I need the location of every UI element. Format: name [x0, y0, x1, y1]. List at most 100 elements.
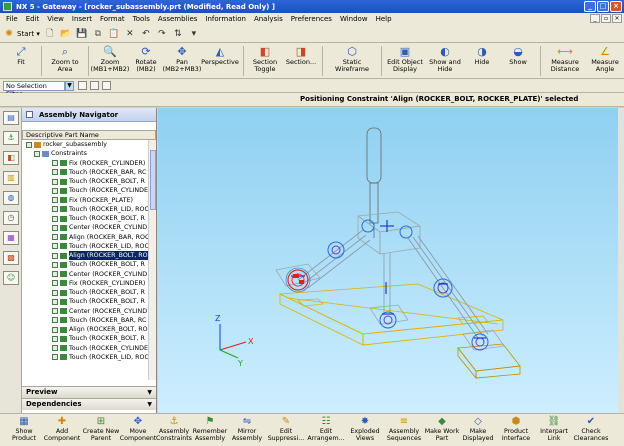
tree-row[interactable]: Touch (ROCKER_BOLT, R [22, 177, 156, 186]
menu-format[interactable]: Format [96, 15, 129, 23]
measure-distance-button[interactable]: ⟷ Measure Distance [544, 43, 586, 73]
rocker-cylinder[interactable] [366, 127, 382, 238]
menu-insert[interactable]: Insert [68, 15, 96, 23]
checkbox-icon[interactable] [52, 354, 58, 361]
scroll-thumb[interactable] [150, 150, 156, 210]
roles-tab[interactable]: ☺ [3, 271, 19, 285]
paste-icon[interactable]: 📋 [108, 28, 120, 40]
pan-mb2-mb3-button[interactable]: ✥ Pan (MB2+MB3) [163, 43, 202, 73]
checkbox-icon[interactable] [52, 197, 58, 204]
tree-row[interactable]: Touch (ROCKER_CYLINDE [22, 344, 156, 353]
menu-file[interactable]: File [2, 15, 22, 23]
tree-row[interactable]: Fix (ROCKER_PLATE) [22, 196, 156, 205]
graphics-scrollbar[interactable] [618, 108, 624, 413]
doc-minimize-button[interactable]: _ [590, 14, 600, 23]
chevron-down-icon[interactable]: ▼ [65, 80, 74, 91]
menu-view[interactable]: View [43, 15, 68, 23]
remember-assembly-button[interactable]: ⚑ Remember Assembly [192, 414, 228, 442]
checkbox-icon[interactable] [52, 335, 58, 342]
mirror-assembly-button[interactable]: ⇋ Mirror Assembly [228, 414, 266, 442]
maximize-button[interactable]: □ [597, 1, 609, 12]
checkbox-icon[interactable] [52, 298, 58, 305]
checkbox-icon[interactable] [52, 308, 58, 315]
checkbox-icon[interactable] [52, 271, 58, 278]
section-toggle-button[interactable]: ◧ Section Toggle [247, 43, 283, 73]
tree-row[interactable]: Touch (ROCKER_LID, ROC [22, 242, 156, 251]
new-icon[interactable]: 🗋 [44, 28, 56, 40]
create-new-parent-button[interactable]: ⊞ Create New Parent [82, 414, 120, 442]
fit-button[interactable]: ⤢ Fit [4, 43, 38, 66]
reuse-library-tab[interactable]: ▥ [3, 171, 19, 185]
checkbox-icon[interactable] [26, 141, 32, 148]
interpart-link-button[interactable]: ⛓ Interpart Link [536, 414, 572, 442]
selection-filter-select[interactable]: No Selection Filter [3, 80, 65, 98]
graphics-window[interactable]: Z X Y [158, 108, 624, 413]
checkbox-icon[interactable] [52, 187, 58, 194]
dependencies-panel-toggle[interactable]: Dependencies ▼ [22, 398, 156, 410]
tree-row[interactable]: Align (ROCKER_BAR, ROC [22, 233, 156, 242]
tree-row[interactable]: Touch (ROCKER_BOLT, R [22, 288, 156, 297]
constraint-navigator-tab[interactable]: ⚓ [3, 131, 19, 145]
select-feature-icon[interactable] [90, 81, 99, 90]
edit-object-display-button[interactable]: ▣ Edit Object Display [385, 43, 425, 73]
checkbox-icon[interactable] [52, 261, 58, 268]
tree-row[interactable]: Center (ROCKER_CYLIND [22, 270, 156, 279]
tree-row[interactable]: Align (ROCKER_BOLT, RO [22, 251, 156, 261]
tree-row[interactable]: Constraints [22, 149, 156, 158]
measure-angle-button[interactable]: ∠ Measure Angle [586, 43, 624, 73]
show-button[interactable]: ◒ Show [499, 43, 537, 66]
tree-row[interactable]: Touch (ROCKER_CYLINDE [22, 186, 156, 195]
system-materials-tab[interactable]: ▦ [3, 231, 19, 245]
dropdown-icon[interactable]: ▾ [188, 28, 200, 40]
checkbox-icon[interactable] [52, 345, 58, 352]
web-browser-tab[interactable]: ◍ [3, 191, 19, 205]
check-clearances-button[interactable]: ✔ Check Clearances [572, 414, 610, 442]
tree-row[interactable]: Touch (ROCKER_LID, ROC [22, 205, 156, 214]
pin-icon[interactable] [26, 111, 33, 118]
show-product-button[interactable]: ▦ Show Product [6, 414, 42, 442]
rotate-mb2-button[interactable]: ⟳ Rotate (MB2) [128, 43, 164, 73]
start-button[interactable]: ✺ Start ▾ [3, 28, 40, 40]
checkbox-icon[interactable] [52, 317, 58, 324]
select-all-icon[interactable] [78, 81, 87, 90]
perspective-button[interactable]: ◭ Perspective [200, 43, 240, 66]
delete-icon[interactable]: ✕ [124, 28, 136, 40]
checkbox-icon[interactable] [52, 252, 58, 259]
checkbox-icon[interactable] [52, 178, 58, 185]
checkbox-icon[interactable] [34, 150, 40, 157]
process-studio-tab[interactable]: ▩ [3, 251, 19, 265]
assembly-navigator-tab[interactable]: ▤ [3, 111, 19, 125]
copy-icon[interactable]: ⧉ [92, 28, 104, 40]
tree-row[interactable]: Center (ROCKER_CYLIND [22, 307, 156, 316]
tree-row[interactable]: Fix (ROCKER_CYLINDER) [22, 159, 156, 168]
menu-information[interactable]: Information [201, 15, 250, 23]
product-interface-button[interactable]: ⬢ Product Interface [496, 414, 536, 442]
checkbox-icon[interactable] [52, 169, 58, 176]
menu-window[interactable]: Window [336, 15, 372, 23]
rocker-center-post[interactable] [383, 253, 391, 313]
checkbox-icon[interactable] [52, 243, 58, 250]
repeat-command-icon[interactable]: ⇅ [172, 28, 184, 40]
menu-edit[interactable]: Edit [22, 15, 44, 23]
save-icon[interactable]: 💾 [76, 28, 88, 40]
make-work-part-button[interactable]: ◆ Make Work Part [424, 414, 460, 442]
column-header[interactable]: Descriptive Part Name [22, 130, 156, 140]
tree-row[interactable]: Touch (ROCKER_BOLT, R [22, 214, 156, 223]
section-button[interactable]: ◨ Section... [283, 43, 319, 66]
tree-row[interactable]: Align (ROCKER_BOLT, RO [22, 325, 156, 334]
checkbox-icon[interactable] [52, 224, 58, 231]
doc-restore-button[interactable]: ▫ [601, 14, 611, 23]
move-component-button[interactable]: ✥ Move Component [120, 414, 157, 442]
make-displayed-button[interactable]: ◇ Make Displayed [460, 414, 496, 442]
checkbox-icon[interactable] [52, 326, 58, 333]
tree-row[interactable]: Touch (ROCKER_BOLT, R [22, 297, 156, 306]
exploded-views-button[interactable]: ✸ Exploded Views [346, 414, 384, 442]
add-component-button[interactable]: ✚ Add Component [42, 414, 82, 442]
edit-suppressi-button[interactable]: ✎ Edit Suppressi... [266, 414, 306, 442]
checkbox-icon[interactable] [52, 160, 58, 167]
zoom-mb1-mb2-button[interactable]: 🔍 Zoom (MB1+MB2) [91, 43, 130, 73]
checkbox-icon[interactable] [52, 280, 58, 287]
close-button[interactable]: × [610, 1, 622, 12]
part-navigator-tab[interactable]: ◧ [3, 151, 19, 165]
zoom-to-area-button[interactable]: ⌕ Zoom to Area [45, 43, 85, 73]
